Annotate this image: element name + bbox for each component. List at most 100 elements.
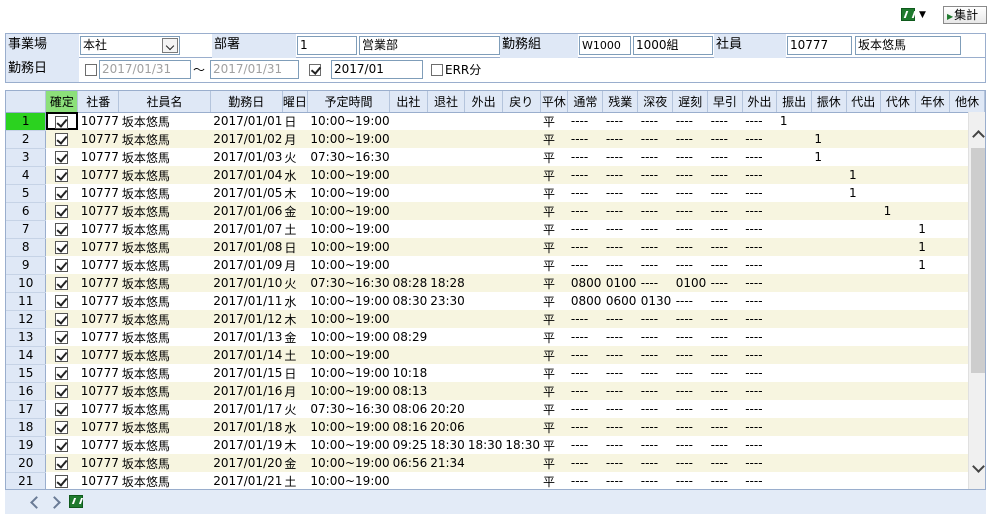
cell-name[interactable]: 坂本悠馬 [118, 454, 211, 472]
cell-date[interactable]: 2017/01/15 [210, 364, 282, 382]
cell-early[interactable]: ---- [707, 310, 743, 328]
col-header[interactable]: 戻り [502, 91, 541, 113]
cell-code[interactable]: 10777 [77, 346, 119, 364]
cell-late[interactable]: ---- [673, 220, 708, 238]
cell-ot[interactable]: ---- [603, 436, 638, 454]
cell-date[interactable]: 2017/01/21 [210, 472, 282, 489]
cell-ph[interactable]: 平 [540, 130, 568, 148]
confirm-checkbox[interactable] [55, 403, 69, 416]
cell-ot[interactable]: ---- [602, 454, 638, 472]
cell-gout[interactable]: ---- [742, 436, 777, 454]
cell-dow[interactable]: 月 [282, 130, 308, 148]
cell-in[interactable] [389, 346, 428, 364]
col-header[interactable]: 早引 [707, 91, 743, 113]
cell-plan[interactable]: 07:30~16:30 [307, 400, 389, 418]
cell-fky[interactable] [811, 256, 846, 274]
cell-out[interactable] [427, 382, 465, 400]
cell-in[interactable] [390, 112, 428, 130]
table-row[interactable]: 10 10777 坂本悠馬 2017/01/10 火 07:30~16:30 08:28 18… [6, 274, 985, 293]
date-range-checkbox[interactable] [85, 64, 97, 76]
table-row[interactable]: 7 10777 坂本悠馬 2017/01/07 土 10:00~19:00 平 ---- ---… [6, 220, 985, 239]
cell-back[interactable] [502, 382, 540, 400]
cell-date[interactable]: 2017/01/18 [210, 418, 283, 436]
table-row[interactable]: 3 10777 坂本悠馬 2017/01/03 火 07:30~16:30 平 ---- ---… [6, 148, 985, 167]
cell-n1[interactable]: ---- [568, 148, 603, 166]
cell-date[interactable]: 2017/01/10 [210, 274, 283, 292]
cell-nen[interactable] [915, 472, 950, 489]
cell-ng[interactable]: ---- [638, 256, 673, 274]
cell-dsh[interactable] [846, 346, 881, 364]
table-row[interactable]: 15 10777 坂本悠馬 2017/01/15 日 10:00~19:00 10:18 平 -… [6, 364, 985, 383]
cell-plan[interactable]: 10:00~19:00 [307, 364, 389, 382]
cell-n1[interactable]: ---- [567, 418, 603, 436]
cell-name[interactable]: 坂本悠馬 [119, 436, 210, 454]
cell-n1[interactable]: ---- [568, 328, 603, 346]
table-row[interactable]: 14 10777 坂本悠馬 2017/01/14 土 10:00~19:00 平 ---- --… [6, 346, 985, 365]
cell-code[interactable]: 10777 [78, 148, 119, 166]
cell-dky[interactable] [880, 382, 916, 400]
cell-ph[interactable]: 平 [540, 436, 568, 454]
cell-dsh[interactable]: 1 [846, 166, 881, 184]
cell-fky[interactable]: 1 [811, 130, 846, 148]
cell-ph[interactable]: 平 [540, 256, 568, 274]
cell-date[interactable]: 2017/01/04 [210, 166, 283, 184]
cell-ot[interactable]: ---- [602, 382, 638, 400]
excel-export-dropdown[interactable]: ▼ [899, 7, 929, 23]
cell-go[interactable] [465, 364, 503, 382]
cell-in[interactable] [390, 220, 428, 238]
cell-plan[interactable]: 10:00~19:00 [307, 310, 390, 328]
summary-button[interactable]: ▶集計 [943, 6, 987, 24]
cell-fsh[interactable] [776, 166, 812, 184]
cell-out[interactable] [427, 166, 465, 184]
cell-fsh[interactable] [776, 202, 812, 220]
cell-fsh[interactable] [776, 238, 812, 256]
cell-name[interactable]: 坂本悠馬 [118, 418, 211, 436]
cell-in[interactable] [389, 202, 428, 220]
col-header[interactable]: 深夜 [637, 91, 674, 113]
cell-dsh[interactable]: 1 [846, 184, 881, 202]
cell-dow[interactable]: 土 [282, 220, 307, 238]
cell-ot[interactable]: 0100 [602, 274, 638, 292]
scroll-down-icon[interactable] [970, 460, 985, 476]
cell-fsh[interactable] [777, 256, 812, 274]
cell-plan[interactable]: 10:00~19:00 [307, 112, 389, 130]
table-row[interactable]: 19 10777 坂本悠馬 2017/01/19 木 10:00~19:00 09:25 18… [6, 436, 985, 455]
cell-fky[interactable] [811, 400, 846, 418]
cell-nen[interactable] [915, 310, 950, 328]
cell-fky[interactable] [811, 274, 846, 292]
confirm-checkbox[interactable] [55, 295, 69, 308]
cell-nen[interactable]: 1 [915, 238, 950, 256]
cell-ng[interactable]: ---- [637, 418, 673, 436]
row-number[interactable]: 17 [6, 400, 47, 419]
cell-nen[interactable] [915, 364, 950, 382]
confirm-checkbox[interactable] [55, 349, 69, 362]
cell-go[interactable] [465, 292, 503, 310]
confirm-checkbox[interactable] [55, 115, 69, 129]
cell-n1[interactable]: ---- [567, 238, 603, 256]
cell-dky[interactable] [881, 220, 916, 238]
employee-code-input[interactable]: 10777 [787, 36, 852, 55]
confirm-checkbox[interactable] [55, 439, 69, 452]
cell-gout[interactable]: ---- [742, 454, 777, 472]
cell-late[interactable]: ---- [672, 238, 708, 256]
cell-late[interactable]: ---- [673, 148, 708, 166]
chevron-right-icon[interactable] [49, 494, 63, 510]
cell-early[interactable]: ---- [707, 454, 743, 472]
cell-dow[interactable]: 土 [282, 472, 307, 489]
cell-late[interactable]: ---- [672, 346, 708, 364]
cell-n1[interactable]: ---- [567, 454, 603, 472]
cell-n1[interactable]: ---- [567, 346, 603, 364]
cell-dsh[interactable] [846, 220, 881, 238]
cell-name[interactable]: 坂本悠馬 [119, 184, 210, 202]
cell-back[interactable] [502, 256, 540, 274]
confirm-checkbox[interactable] [55, 205, 69, 218]
cell-out[interactable] [427, 310, 465, 328]
row-number[interactable]: 16 [6, 382, 47, 401]
cell-in[interactable]: 06:56 [389, 454, 428, 472]
cell-dsh[interactable] [846, 310, 881, 328]
cell-dky[interactable] [881, 148, 916, 166]
cell-code[interactable]: 10777 [78, 112, 119, 130]
cell-ng[interactable]: ---- [637, 274, 673, 292]
cell-out[interactable] [427, 130, 465, 148]
cell-n1[interactable]: ---- [568, 436, 603, 454]
